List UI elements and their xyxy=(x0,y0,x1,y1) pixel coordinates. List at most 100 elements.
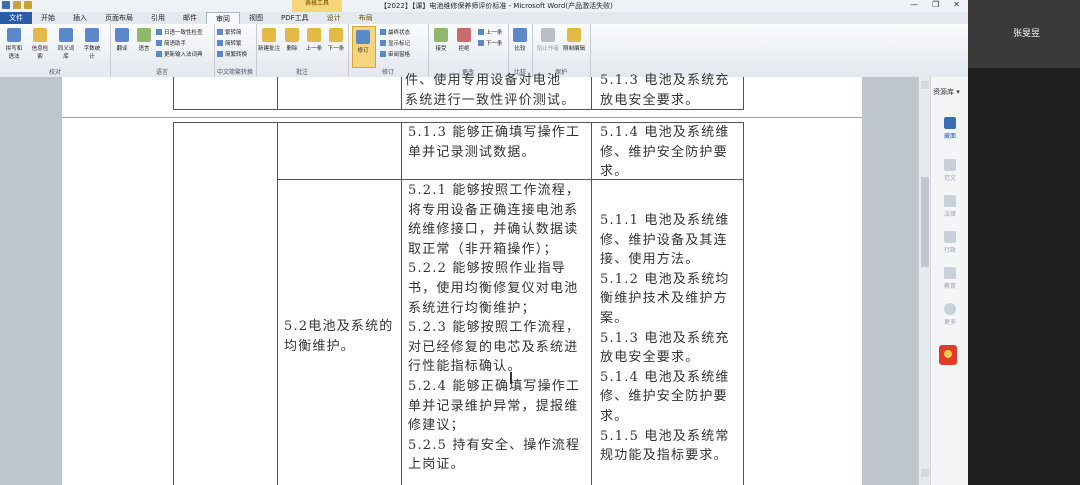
tab-page-layout[interactable]: 页面布局 xyxy=(96,12,142,24)
tab-layout[interactable]: 布局 xyxy=(350,12,382,24)
document-page[interactable]: 件、使用专用设备对电池 系统进行一致性评价测试。 5.1.3 电池及系统充 放电… xyxy=(62,73,862,485)
next-comment-button[interactable]: 下一条 xyxy=(326,28,346,52)
lock-icon xyxy=(567,28,581,42)
panel-item-education[interactable]: 教育 xyxy=(935,267,965,290)
cell-line: 5.1.3 电池及系统充 xyxy=(600,73,730,88)
table-border xyxy=(173,77,174,110)
close-button[interactable]: ✕ xyxy=(953,0,960,9)
save-icon[interactable] xyxy=(2,1,10,9)
accept-icon xyxy=(434,28,448,42)
tab-pdf-tools[interactable]: PDF工具 xyxy=(272,12,318,24)
cell-line: 修建议； xyxy=(408,418,465,434)
table-cell[interactable]: 5.1.3 电池及系统充 放电安全要求。 xyxy=(600,71,742,110)
tab-view[interactable]: 视图 xyxy=(240,12,272,24)
group-label-language: 语言 xyxy=(155,69,168,76)
word-window: 表格工具 【2022】【课】电池维修保养师评价标准 - Microsoft Wo… xyxy=(0,0,968,485)
comment-icon xyxy=(262,28,276,42)
panel-title[interactable]: 资源库 ▾ xyxy=(933,87,960,97)
document-area[interactable]: 件、使用专用设备对电池 系统进行一致性评价测试。 5.1.3 电池及系统充 放电… xyxy=(0,73,918,485)
update-ime-button[interactable]: 更新输入法词典 xyxy=(156,50,203,58)
group-changes: 接受 拒绝 上一条 下一条 更改 xyxy=(428,24,509,77)
reject-button[interactable]: 拒绝 xyxy=(454,28,474,52)
cell-line: 5.2.3 能够按照工作流程， xyxy=(408,320,581,336)
translate-button[interactable]: 翻译 xyxy=(112,28,132,52)
cell-line: 修、维护安全防护要求。 xyxy=(600,389,728,424)
panel-item-cover[interactable]: 藏面 xyxy=(935,117,965,140)
japanese-check-button[interactable]: 日语一致性检查 xyxy=(156,28,203,36)
cell-line: 5.1.4 电池及系统维 xyxy=(600,369,730,385)
scroll-up-arrow[interactable] xyxy=(921,81,929,89)
cell-line: 将专用设备正确连接电池系 xyxy=(408,202,579,218)
scroll-thumb[interactable] xyxy=(921,177,929,267)
tab-file[interactable]: 文件 xyxy=(0,12,32,24)
tab-home[interactable]: 开始 xyxy=(32,12,64,24)
admin-icon xyxy=(944,231,956,243)
cell-line: 5.2电池及系统的 xyxy=(284,319,394,334)
table-cell[interactable]: 5.2电池及系统的 均衡维护。 xyxy=(284,317,399,356)
delete-comment-button[interactable]: 删除 xyxy=(282,28,302,52)
review-pane-button[interactable]: 审阅窗格 xyxy=(380,50,410,58)
word-count-button[interactable]: 字数统计 xyxy=(82,28,102,60)
cell-line: 单并记录维护异常，提报维 xyxy=(408,398,579,414)
redo-icon[interactable] xyxy=(24,1,32,9)
conversion-button[interactable]: 简繁转换 xyxy=(217,50,247,58)
table-cell[interactable]: 5.2.1 能够按照工作流程， 将专用设备正确连接电池系 统维修接口，并确认数据… xyxy=(408,181,590,475)
cell-line: 5.1.4 电池及系统维 xyxy=(600,125,730,140)
cell-line: 修、维护安全防护要求。 xyxy=(600,144,728,180)
word-count-icon xyxy=(85,28,99,42)
research-icon xyxy=(33,28,47,42)
table-border xyxy=(591,77,592,110)
simp-to-trad-button[interactable]: 简转繁 xyxy=(217,39,242,47)
tab-review[interactable]: 审阅 xyxy=(206,12,240,24)
cell-line: 5.1.1 电池及系统维 xyxy=(600,213,730,228)
tab-insert[interactable]: 插入 xyxy=(64,12,96,24)
prev-change-button[interactable]: 上一条 xyxy=(478,28,503,36)
restore-button[interactable]: ❐ xyxy=(932,0,939,9)
language-button[interactable]: 语言 xyxy=(134,28,154,52)
cell-line: 系统进行一致性评价测试。 xyxy=(405,92,576,108)
assistant-button[interactable]: 简语助手 xyxy=(156,39,186,47)
participant-name: 张旻昱 xyxy=(1013,29,1041,39)
undo-icon[interactable] xyxy=(13,1,21,9)
block-authors-button[interactable]: 阻止作者 xyxy=(536,28,560,52)
convert-icon xyxy=(217,51,223,57)
table-cell[interactable]: 5.1.4 电池及系统维 修、维护安全防护要求。 xyxy=(600,123,742,182)
prev-comment-button[interactable]: 上一条 xyxy=(304,28,324,52)
panel-item-more[interactable]: 更多 xyxy=(935,303,965,326)
table-cell[interactable]: 5.1.1 电池及系统维 修、维护设备及其连 接、使用方法。 5.1.2 电池及… xyxy=(600,211,742,466)
table-cell[interactable]: 件、使用专用设备对电池 系统进行一致性评价测试。 xyxy=(405,71,589,110)
cell-line: 行性能指标确认。 xyxy=(408,359,522,375)
ribbon-tabs: 文件 开始 插入 页面布局 引用 邮件 审阅 视图 PDF工具 设计 布局 xyxy=(0,12,968,24)
minimize-button[interactable]: — xyxy=(910,0,918,9)
red-packet-icon[interactable] xyxy=(939,345,957,365)
cell-line: 衡维护技术及维护方 xyxy=(600,291,728,307)
cell-line: 规功能及指标要求。 xyxy=(600,448,728,464)
cell-line: 单并记录测试数据。 xyxy=(408,144,536,160)
table-border xyxy=(277,122,278,485)
tab-design[interactable]: 设计 xyxy=(318,12,350,24)
cell-line: 上岗证。 xyxy=(408,457,465,473)
panel-item-admin[interactable]: 行政 xyxy=(935,231,965,254)
thesaurus-button[interactable]: 同义词库 xyxy=(56,28,76,60)
panel-item-templates[interactable]: 范文 xyxy=(935,159,965,182)
quick-access-toolbar[interactable] xyxy=(2,1,32,9)
trad-to-simp-button[interactable]: 繁转简 xyxy=(217,28,242,36)
new-comment-button[interactable]: 新建批注 xyxy=(258,28,280,52)
panel-item-law[interactable]: 法律 xyxy=(935,195,965,218)
restrict-editing-button[interactable]: 限制编辑 xyxy=(562,28,586,52)
compare-button[interactable]: 比较 xyxy=(510,28,530,52)
final-state-select[interactable]: 最终状态 xyxy=(380,28,410,36)
tab-mailings[interactable]: 邮件 xyxy=(174,12,206,24)
tab-references[interactable]: 引用 xyxy=(142,12,174,24)
table-border xyxy=(591,122,592,485)
group-proofing: 拼写和语法 信息检索 同义词库 字数统计 校对 xyxy=(0,24,111,77)
table-cell[interactable]: 5.1.3 能够正确填写操作工 单并记录测试数据。 xyxy=(408,123,590,162)
show-markup-button[interactable]: 显示标记 xyxy=(380,39,410,47)
scroll-down-arrow[interactable] xyxy=(921,469,929,477)
research-button[interactable]: 信息检索 xyxy=(30,28,50,60)
page-break xyxy=(62,117,862,118)
accept-button[interactable]: 接受 xyxy=(431,28,451,52)
spelling-button[interactable]: 拼写和语法 xyxy=(4,28,24,60)
delete-icon xyxy=(285,28,299,42)
next-change-button[interactable]: 下一条 xyxy=(478,39,503,47)
